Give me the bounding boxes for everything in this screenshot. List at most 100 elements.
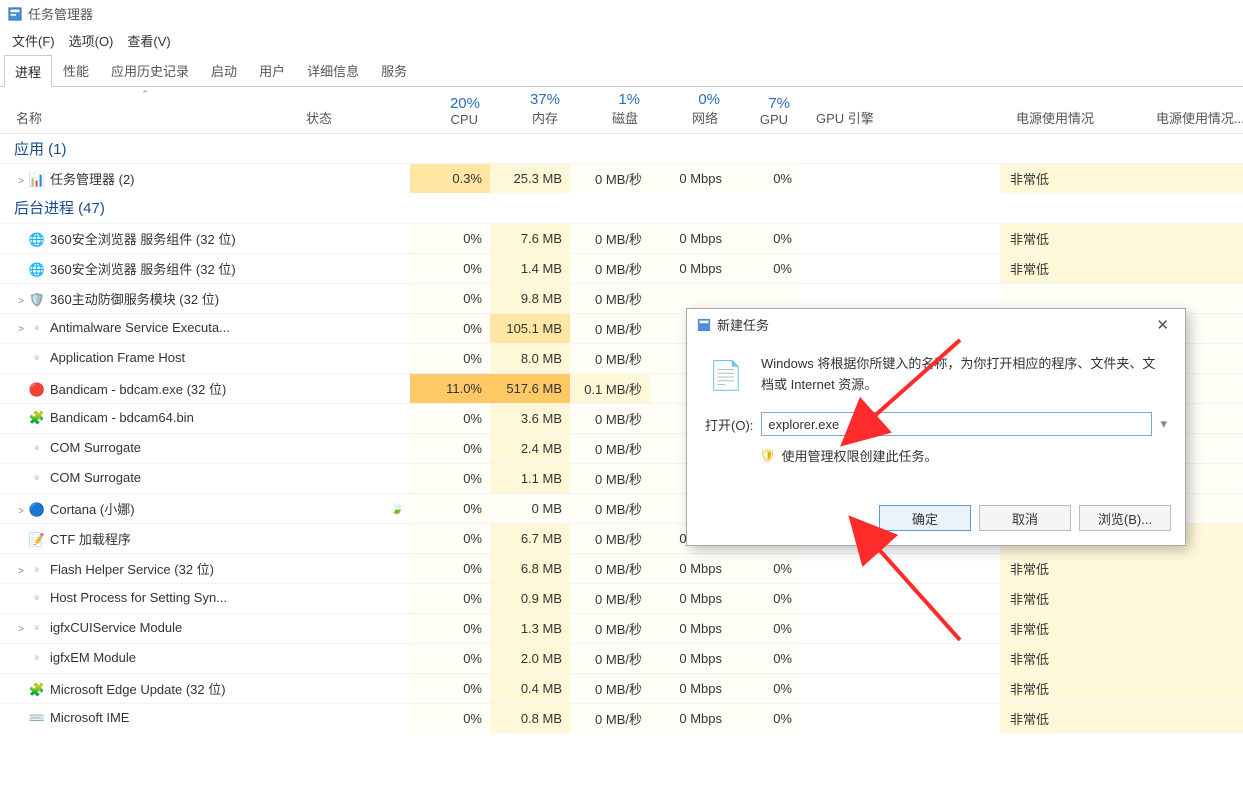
disk-cell: 0 MB/秒 — [570, 343, 650, 373]
power-cell: 非常低 — [1000, 613, 1140, 643]
tab-processes[interactable]: 进程 — [4, 55, 52, 87]
tab-services[interactable]: 服务 — [370, 54, 418, 86]
cpu-cell: 0% — [410, 433, 490, 463]
engine-cell — [800, 613, 1000, 643]
browse-button[interactable]: 浏览(B)... — [1079, 505, 1171, 531]
power-cell: 非常低 — [1000, 253, 1140, 283]
cancel-button[interactable]: 取消 — [979, 505, 1071, 531]
col-cpu[interactable]: CPU — [416, 112, 484, 127]
process-name: Microsoft Edge Update (32 位) — [50, 682, 226, 697]
tab-performance[interactable]: 性能 — [52, 54, 100, 86]
cpu-cell: 0% — [410, 343, 490, 373]
col-status[interactable]: 状态 — [296, 108, 404, 127]
status-cell — [290, 343, 410, 373]
dialog-titlebar[interactable]: 新建任务 ✕ — [687, 309, 1185, 340]
close-icon[interactable]: ✕ — [1150, 316, 1175, 334]
power-cell: 非常低 — [1000, 673, 1140, 703]
col-power[interactable]: 电源使用情况 — [1006, 108, 1134, 127]
open-input[interactable] — [761, 412, 1152, 436]
process-icon: ▫️ — [28, 470, 46, 486]
table-row[interactable]: 🌐360安全浏览器 服务组件 (32 位)0%7.6 MB0 MB/秒0 Mbp… — [0, 223, 1243, 253]
leaf-icon: 🍃 — [390, 502, 404, 515]
process-name: CTF 加载程序 — [50, 532, 131, 547]
process-icon: 📝 — [28, 532, 46, 548]
col-gpu[interactable]: GPU — [736, 112, 794, 127]
mem-cell: 6.8 MB — [490, 553, 570, 583]
status-cell — [290, 673, 410, 703]
disk-cell: 0 MB/秒 — [570, 673, 650, 703]
process-name: Cortana (小娜) — [50, 502, 135, 517]
disk-cell: 0 MB/秒 — [570, 703, 650, 733]
col-disk[interactable]: 磁盘 — [576, 108, 644, 127]
engine-cell — [800, 223, 1000, 253]
expand-icon[interactable]: > — [14, 296, 28, 307]
table-row[interactable]: >📊任务管理器 (2)0.3%25.3 MB0 MB/秒0 Mbps0%非常低 — [0, 163, 1243, 193]
net-cell: 0 Mbps — [650, 703, 730, 733]
expand-icon[interactable]: > — [14, 324, 28, 335]
power2-cell — [1140, 673, 1243, 703]
expand-icon[interactable]: > — [14, 506, 28, 517]
net-cell: 0 Mbps — [650, 613, 730, 643]
col-mem[interactable]: 内存 — [496, 108, 564, 127]
table-row[interactable]: >▫️igfxCUIService Module0%1.3 MB0 MB/秒0 … — [0, 613, 1243, 643]
table-row[interactable]: ▫️igfxEM Module0%2.0 MB0 MB/秒0 Mbps0%非常低 — [0, 643, 1243, 673]
dialog-message: Windows 将根据你所键入的名称，为你打开相应的程序、文件夹、文档或 Int… — [761, 354, 1167, 396]
status-cell — [290, 313, 410, 343]
process-name: Host Process for Setting Syn... — [50, 590, 227, 605]
col-engine[interactable]: GPU 引擎 — [806, 108, 994, 127]
power2-cell — [1140, 613, 1243, 643]
menu-file[interactable]: 文件(F) — [6, 29, 61, 52]
process-name: Antimalware Service Executa... — [50, 320, 230, 335]
process-name: Microsoft IME — [50, 710, 129, 725]
power-cell: 非常低 — [1000, 583, 1140, 613]
status-cell — [290, 223, 410, 253]
header-row[interactable]: ⌃名称 状态 20%CPU 37%内存 1%磁盘 0%网络 7%GPU GPU … — [0, 87, 1243, 133]
mem-cell: 2.4 MB — [490, 433, 570, 463]
gpu-cell: 0% — [730, 673, 800, 703]
tab-history[interactable]: 应用历史记录 — [100, 54, 200, 86]
col-name[interactable]: 名称 — [6, 108, 284, 127]
cpu-cell: 0% — [410, 523, 490, 553]
mem-cell: 517.6 MB — [490, 373, 570, 403]
menu-view[interactable]: 查看(V) — [121, 29, 176, 52]
status-cell — [290, 643, 410, 673]
section-header[interactable]: 后台进程 (47) — [0, 193, 1243, 223]
new-task-dialog[interactable]: 新建任务 ✕ 📄 Windows 将根据你所键入的名称，为你打开相应的程序、文件… — [686, 308, 1186, 546]
process-icon: ▫️ — [28, 320, 46, 336]
table-row[interactable]: 🌐360安全浏览器 服务组件 (32 位)0%1.4 MB0 MB/秒0 Mbp… — [0, 253, 1243, 283]
col-power2[interactable]: 电源使用情况... — [1146, 108, 1237, 127]
menu-options[interactable]: 选项(O) — [63, 29, 120, 52]
expand-icon[interactable]: > — [14, 624, 28, 635]
mem-cell: 105.1 MB — [490, 313, 570, 343]
dropdown-icon[interactable]: ▾ — [1160, 416, 1167, 432]
cpu-cell: 0% — [410, 613, 490, 643]
disk-cell: 0 MB/秒 — [570, 463, 650, 493]
section-header[interactable]: 应用 (1) — [0, 133, 1243, 163]
tab-users[interactable]: 用户 — [248, 54, 296, 86]
expand-icon[interactable]: > — [14, 176, 28, 187]
mem-cell: 1.3 MB — [490, 613, 570, 643]
tab-startup[interactable]: 启动 — [200, 54, 248, 86]
table-row[interactable]: 🧩Microsoft Edge Update (32 位)0%0.4 MB0 M… — [0, 673, 1243, 703]
table-row[interactable]: ▫️Host Process for Setting Syn...0%0.9 M… — [0, 583, 1243, 613]
power-cell: 非常低 — [1000, 553, 1140, 583]
mem-cell: 0.4 MB — [490, 673, 570, 703]
status-cell — [290, 253, 410, 283]
col-net-pct: 0% — [656, 91, 724, 108]
disk-cell: 0 MB/秒 — [570, 253, 650, 283]
ok-button[interactable]: 确定 — [879, 505, 971, 531]
cpu-cell: 0% — [410, 703, 490, 733]
process-icon: 🛡️ — [28, 292, 46, 308]
expand-icon[interactable]: > — [14, 566, 28, 577]
table-row[interactable]: ⌨️Microsoft IME0%0.8 MB0 MB/秒0 Mbps0%非常低 — [0, 703, 1243, 733]
admin-text: 使用管理权限创建此任务。 — [782, 446, 938, 465]
power-cell: 非常低 — [1000, 163, 1140, 193]
mem-cell: 6.7 MB — [490, 523, 570, 553]
mem-cell: 7.6 MB — [490, 223, 570, 253]
titlebar[interactable]: 任务管理器 — [0, 0, 1243, 27]
tab-details[interactable]: 详细信息 — [296, 54, 370, 86]
mem-cell: 2.0 MB — [490, 643, 570, 673]
cpu-cell: 0% — [410, 493, 490, 523]
col-net[interactable]: 网络 — [656, 108, 724, 127]
table-row[interactable]: >▫️Flash Helper Service (32 位)0%6.8 MB0 … — [0, 553, 1243, 583]
